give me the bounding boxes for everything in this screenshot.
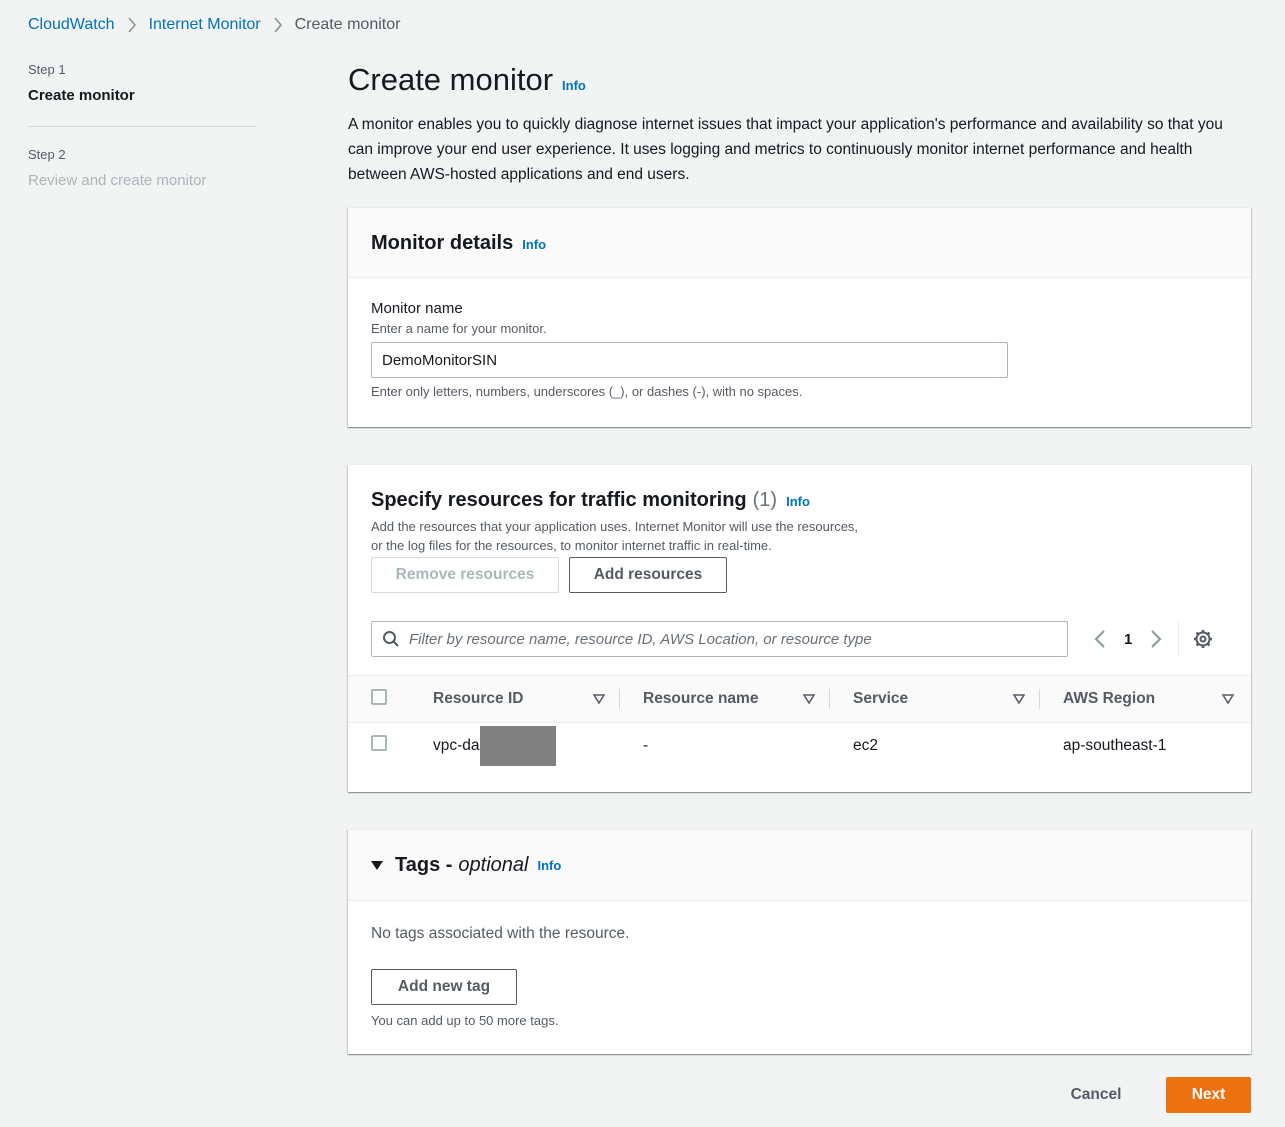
breadcrumb-current: Create monitor <box>294 16 401 33</box>
resource-id-cell: vpc-da <box>410 723 620 769</box>
chevron-left-icon[interactable] <box>1094 629 1106 649</box>
column-resource-name[interactable]: Resource name <box>620 675 830 723</box>
monitor-details-title: Monitor details Info <box>371 230 1228 255</box>
resources-title: Specify resources for traffic monitoring… <box>371 487 1228 512</box>
breadcrumb: CloudWatch Internet Monitor Create monit… <box>28 16 400 34</box>
column-service-label: Service <box>853 690 909 707</box>
monitor-details-header: Monitor details Info <box>348 208 1251 278</box>
tags-info-link[interactable]: Info <box>537 858 561 873</box>
resources-actions: Remove resources Add resources <box>371 557 1228 593</box>
page-info-link[interactable]: Info <box>562 78 586 93</box>
tags-body: No tags associated with the resource. Ad… <box>348 901 1251 1028</box>
resources-panel: Specify resources for traffic monitoring… <box>348 464 1251 792</box>
column-aws-region[interactable]: AWS Region <box>1040 675 1251 723</box>
table-header-row: Resource ID Resource name Service AWS Re… <box>348 675 1251 723</box>
resources-filter-row: Filter by resource name, resource ID, AW… <box>371 621 1228 657</box>
remove-resources-button[interactable]: Remove resources <box>371 557 559 593</box>
sort-icon <box>1222 694 1234 704</box>
select-all-checkbox[interactable] <box>371 688 387 705</box>
monitor-details-title-text: Monitor details <box>371 232 514 254</box>
column-resource-id[interactable]: Resource ID <box>410 675 620 723</box>
column-service[interactable]: Service <box>830 675 1040 723</box>
wizard-footer: Cancel Next <box>1053 1077 1251 1113</box>
cancel-button[interactable]: Cancel <box>1053 1077 1139 1113</box>
chevron-right-icon <box>127 17 137 33</box>
tags-header[interactable]: Tags - optional Info <box>348 830 1251 901</box>
monitor-name-field: Monitor name Enter a name for your monit… <box>348 278 1251 399</box>
step-divider <box>28 126 257 127</box>
resources-description: Add the resources that your application … <box>371 519 859 553</box>
sort-icon <box>593 694 605 704</box>
step-2-label: Step 2 <box>28 147 66 162</box>
region-cell: ap-southeast-1 <box>1063 736 1167 754</box>
page-header: Create monitor Info A monitor enables yo… <box>348 62 1251 187</box>
page-description: A monitor enables you to quickly diagnos… <box>348 116 1223 183</box>
column-resource-id-label: Resource ID <box>433 690 524 707</box>
page-number[interactable]: 1 <box>1124 631 1132 648</box>
resources-header: Specify resources for traffic monitoring… <box>348 465 1251 657</box>
page-title-text: Create monitor <box>348 62 554 97</box>
monitor-name-description: Enter a name for your monitor. <box>371 321 547 336</box>
step-1-title: Create monitor <box>28 87 135 104</box>
service-cell: ec2 <box>853 736 878 754</box>
row-select-cell <box>348 723 410 769</box>
redacted-block <box>479 725 556 766</box>
resources-table: Resource ID Resource name Service AWS Re… <box>348 675 1251 769</box>
monitor-name-constraint: Enter only letters, numbers, underscores… <box>371 384 803 399</box>
wizard-steps: Step 1 Create monitor Step 2 Review and … <box>28 62 257 189</box>
tags-title: Tags - optional Info <box>371 852 1228 877</box>
step-2-title: Review and create monitor <box>28 172 207 189</box>
tags-title-text: Tags - <box>395 854 453 876</box>
pager-divider <box>1178 621 1180 657</box>
chevron-right-icon[interactable] <box>1150 629 1162 649</box>
gear-icon[interactable] <box>1193 629 1213 649</box>
sort-icon <box>1013 694 1025 704</box>
search-icon <box>382 630 400 648</box>
resources-title-text: Specify resources for traffic monitoring <box>371 489 747 511</box>
monitor-details-panel: Monitor details Info Monitor name Enter … <box>348 207 1251 427</box>
add-new-tag-button[interactable]: Add new tag <box>371 969 517 1005</box>
resources-filter-placeholder: Filter by resource name, resource ID, AW… <box>409 630 872 648</box>
column-resource-name-label: Resource name <box>643 690 759 707</box>
table-row[interactable]: vpc-da - ec2 ap-southeast-1 <box>348 723 1251 769</box>
monitor-name-input[interactable]: DemoMonitorSIN <box>371 342 1008 378</box>
chevron-right-icon <box>273 17 283 33</box>
caret-down-icon[interactable] <box>371 860 383 871</box>
pagination: 1 <box>1094 621 1213 657</box>
resources-filter-input[interactable]: Filter by resource name, resource ID, AW… <box>371 621 1068 657</box>
tags-limit-text: You can add up to 50 more tags. <box>371 1013 559 1028</box>
step-1-label: Step 1 <box>28 62 66 77</box>
breadcrumb-cloudwatch-link[interactable]: CloudWatch <box>28 16 115 34</box>
page-title: Create monitor Info <box>348 62 1251 98</box>
tags-panel: Tags - optional Info No tags associated … <box>348 829 1251 1054</box>
sort-icon <box>803 694 815 704</box>
breadcrumb-internet-monitor-link[interactable]: Internet Monitor <box>149 16 261 34</box>
column-aws-region-label: AWS Region <box>1063 690 1156 707</box>
tags-empty-text: No tags associated with the resource. <box>371 925 630 942</box>
monitor-details-info-link[interactable]: Info <box>522 237 546 252</box>
resources-count: (1) <box>752 489 778 511</box>
next-button[interactable]: Next <box>1166 1077 1251 1113</box>
select-all-cell <box>348 675 410 723</box>
resource-id-value: vpc-da <box>433 736 480 754</box>
tags-optional-text: optional <box>458 854 529 876</box>
monitor-name-label: Monitor name <box>371 300 463 317</box>
add-resources-button[interactable]: Add resources <box>569 557 727 593</box>
resources-info-link[interactable]: Info <box>786 494 810 509</box>
row-checkbox[interactable] <box>371 735 387 752</box>
resource-name-cell: - <box>643 736 649 754</box>
